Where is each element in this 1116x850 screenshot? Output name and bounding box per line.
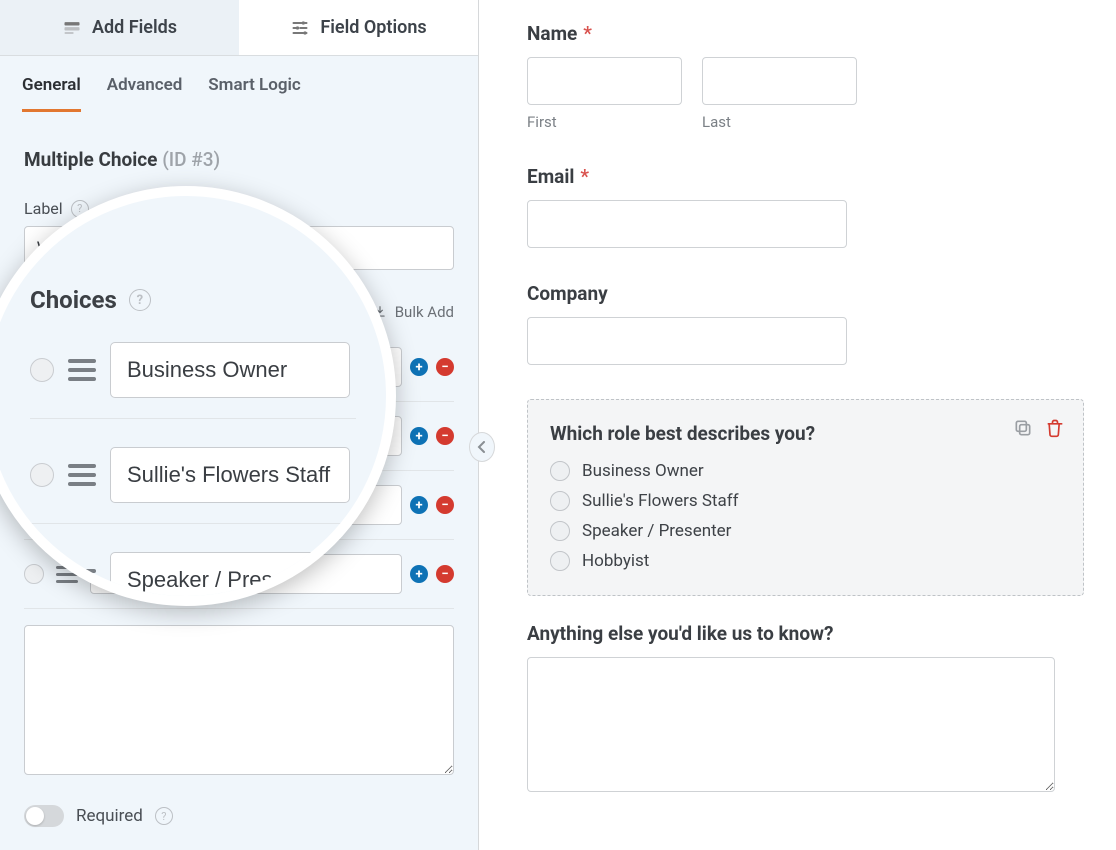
radio-icon <box>550 521 570 541</box>
mc-option-label: Speaker / Presenter <box>582 521 731 541</box>
top-tab-bar: Add Fields Field Options <box>0 0 478 56</box>
mc-option-label: Business Owner <box>582 461 704 481</box>
email-label-text: Email <box>527 165 574 188</box>
radio-icon <box>550 461 570 481</box>
required-toggle[interactable] <box>24 805 64 827</box>
last-name-input[interactable] <box>702 57 857 105</box>
mc-option[interactable]: Hobbyist <box>550 551 1061 571</box>
remove-choice-button[interactable]: − <box>436 565 454 583</box>
add-choice-button[interactable]: + <box>410 496 428 514</box>
required-label: Required <box>76 806 143 826</box>
email-input[interactable] <box>527 200 847 248</box>
description-textarea[interactable] <box>24 625 454 775</box>
extra-textarea[interactable] <box>527 657 1055 792</box>
company-label-text: Company <box>527 282 608 305</box>
sliders-icon <box>290 18 310 38</box>
email-field-label: Email * <box>527 165 1084 188</box>
default-radio <box>30 463 54 487</box>
field-id: (ID #3) <box>162 148 220 171</box>
name-inputs: First Last <box>527 57 1084 131</box>
add-choice-button[interactable]: + <box>410 358 428 376</box>
subtab-bar: General Advanced Smart Logic <box>0 56 478 112</box>
magnifier-choices-label: Choices <box>30 286 117 314</box>
magnifier-choices-heading: Choices ? <box>30 286 356 314</box>
radio-icon <box>550 491 570 511</box>
add-fields-icon <box>62 18 82 38</box>
selected-multiple-choice-field[interactable]: Which role best describes you? Business … <box>527 399 1084 596</box>
help-icon[interactable]: ? <box>155 807 173 825</box>
subtab-smart-logic[interactable]: Smart Logic <box>208 75 301 112</box>
chevron-left-icon <box>477 441 487 453</box>
add-choice-button[interactable]: + <box>410 565 428 583</box>
company-input[interactable] <box>527 317 847 365</box>
help-icon: ? <box>129 289 151 311</box>
subtab-general[interactable]: General <box>22 75 81 112</box>
mc-option[interactable]: Business Owner <box>550 461 1061 481</box>
magnifier-choice-input <box>110 447 350 503</box>
magnifier-choice-row <box>30 447 356 503</box>
collapse-sidebar-button[interactable] <box>469 432 495 462</box>
trash-icon[interactable] <box>1045 418 1065 438</box>
remove-choice-button[interactable]: − <box>436 358 454 376</box>
magnifier-choice-input <box>110 342 350 398</box>
tab-add-fields-label: Add Fields <box>92 17 177 38</box>
company-field-label: Company <box>527 282 1084 305</box>
bulk-add-label: Bulk Add <box>395 303 454 321</box>
radio-icon <box>550 551 570 571</box>
last-sublabel: Last <box>702 113 857 131</box>
app-root: Add Fields Field Options General Advance… <box>0 0 1116 850</box>
subtab-advanced[interactable]: Advanced <box>107 75 183 112</box>
name-field-label: Name * <box>527 22 1084 45</box>
extra-label-text: Anything else you'd like us to know? <box>527 622 833 645</box>
drag-handle-icon <box>68 569 96 591</box>
drag-handle-icon <box>68 359 96 381</box>
remove-choice-button[interactable]: − <box>436 496 454 514</box>
mc-field-label: Which role best describes you? <box>550 422 1061 445</box>
drag-handle-icon <box>68 464 96 486</box>
remove-choice-button[interactable]: − <box>436 427 454 445</box>
first-name-input[interactable] <box>527 57 682 105</box>
required-asterisk: * <box>583 22 592 45</box>
selected-field-actions <box>1013 418 1065 438</box>
field-type-name: Multiple Choice <box>24 148 157 171</box>
name-label-text: Name <box>527 22 577 45</box>
duplicate-icon[interactable] <box>1013 418 1033 438</box>
mc-option[interactable]: Speaker / Presenter <box>550 521 1061 541</box>
extra-field-label: Anything else you'd like us to know? <box>527 622 1084 645</box>
add-choice-button[interactable]: + <box>410 427 428 445</box>
tab-field-options-label: Field Options <box>320 17 426 38</box>
mc-label-text: Which role best describes you? <box>550 422 815 445</box>
default-radio <box>30 358 54 382</box>
mc-option-label: Hobbyist <box>582 551 649 571</box>
default-radio <box>30 568 54 592</box>
magnifier-choice-row <box>30 342 356 398</box>
tab-add-fields[interactable]: Add Fields <box>0 0 239 55</box>
magnifier-overlay: Choices ? <box>0 186 396 606</box>
mc-option[interactable]: Sullie's Flowers Staff <box>550 491 1061 511</box>
tab-field-options[interactable]: Field Options <box>239 0 478 55</box>
mc-options-list: Business Owner Sullie's Flowers Staff Sp… <box>550 461 1061 571</box>
required-row: Required ? <box>24 805 454 827</box>
first-sublabel: First <box>527 113 682 131</box>
field-type-heading: Multiple Choice (ID #3) <box>24 148 454 171</box>
required-asterisk: * <box>580 165 589 188</box>
form-preview: Name * First Last Email * Company <box>479 0 1116 850</box>
mc-option-label: Sullie's Flowers Staff <box>582 491 739 511</box>
